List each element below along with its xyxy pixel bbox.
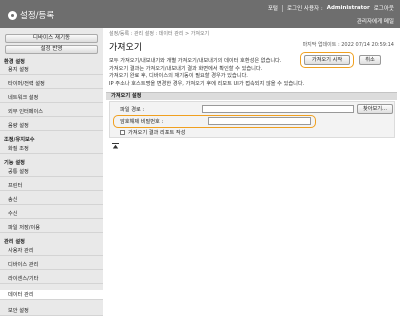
restart-device-button[interactable]: 디바이스 재기동 [5,34,98,43]
gear-icon [8,10,17,20]
last-updated: 마지막 업데이트 : 2022 07/14 20:59:14 [302,42,394,48]
file-path-label: 파일 경로 : [120,107,145,113]
sidebar-item-license[interactable]: 라이센스/기타 [0,274,103,284]
sidebar-item-user-mgmt[interactable]: 사용자 관리 [0,246,103,256]
description-line: 모두 가져오기/내보내기와 개별 가져오기/내보내기의 데이터 호환성은 없습니… [109,58,282,64]
sidebar: 디바이스 재기동 설정 반영 환경 설정 용지 설정 타이머/전력 설정 네트워… [0,28,103,316]
report-checkbox[interactable] [120,130,125,135]
sidebar-section-environment: 환경 설정 [4,59,25,65]
sidebar-item-file-store[interactable]: 파일 저장/이용 [0,223,103,233]
sidebar-item-common[interactable]: 공통 설정 [0,167,103,177]
sidebar-item-volume[interactable]: 음량 설정 [0,121,103,131]
breadcrumb: 설정/등록 : 관리 설정 : 데이터 관리 > 가져오기 [109,31,210,37]
app-title-text: 설정/등록 [20,11,55,21]
sidebar-section-management: 관리 설정 [4,239,25,245]
header-bar: 설정/등록 포털 로그인 사용자 : Administrator 로그아웃 관리… [0,0,400,28]
apply-settings-button[interactable]: 설정 반영 [5,45,98,54]
sidebar-item-data-mgmt[interactable]: 데이터 관리 [0,290,103,300]
import-settings-panel: 파일 경로 : 찾아보기... 암호해제 비밀번호 : 가져오기 결과 리포트 … [109,101,395,138]
sidebar-item-paper[interactable]: 용지 설정 [0,65,103,75]
sidebar-item-send[interactable]: 송신 [0,195,103,205]
sidebar-section-functions: 기능 설정 [4,160,25,166]
sidebar-item-printer[interactable]: 프린터 [0,181,103,191]
browse-button[interactable]: 찾아보기... [357,104,393,114]
portal-link[interactable]: 포털 [268,4,278,12]
import-settings-header: 가져오기 설정 [106,92,397,100]
logout-link[interactable]: 로그아웃 [374,4,394,12]
sidebar-item-external-interface[interactable]: 외부 인터페이스 [0,107,103,117]
sidebar-item-device-mgmt[interactable]: 디바이스 관리 [0,260,103,270]
sidebar-item-receive[interactable]: 수신 [0,209,103,219]
login-user-name: Administrator [326,5,370,11]
description-line: IP 주소나 호스트명을 변경한 경우, 가져오기 후에 리모트 UI가 접속되… [109,80,305,87]
sidebar-item-network[interactable]: 네트워크 설정 [0,93,103,103]
sidebar-section-maintenance: 조정/유지보수 [4,137,35,143]
description: 모두 가져오기/내보내기와 개별 가져오기/내보내기의 데이터 호환성은 없습니… [109,58,329,88]
report-checkbox-label: 가져오기 결과 리포트 작성 [128,130,186,136]
app-title: 설정/등록 [8,9,54,21]
cancel-button[interactable]: 취소 [359,55,381,65]
description-line: 가져오기 완료 후, 디바이스의 재기동이 필요할 경우가 있습니다. [109,73,248,79]
mail-admin-link[interactable]: 관리자에게 메일 [357,17,394,25]
description-line: 가져오기 결과는 가져오기/내보내기 결과 화면에서 확인할 수 있습니다. [109,65,263,72]
page-title: 가져오기 [109,43,143,53]
sidebar-item-security[interactable]: 보안 설정 [0,306,103,316]
divider [281,4,283,12]
password-label: 암호해제 비밀번호 : [120,119,164,125]
sidebar-item-image-quality[interactable]: 화질 조정 [0,144,103,154]
login-user-label: 로그인 사용자 : [286,6,323,12]
sidebar-item-timer-power[interactable]: 타이머/전력 설정 [0,79,103,89]
main-content: 설정/등록 : 관리 설정 : 데이터 관리 > 가져오기 가져오기 마지막 업… [103,28,400,316]
file-path-input[interactable] [202,105,354,113]
scroll-top-icon[interactable] [112,143,119,150]
password-input[interactable] [208,117,311,125]
header-links: 포털 로그인 사용자 : Administrator 로그아웃 [268,4,394,12]
